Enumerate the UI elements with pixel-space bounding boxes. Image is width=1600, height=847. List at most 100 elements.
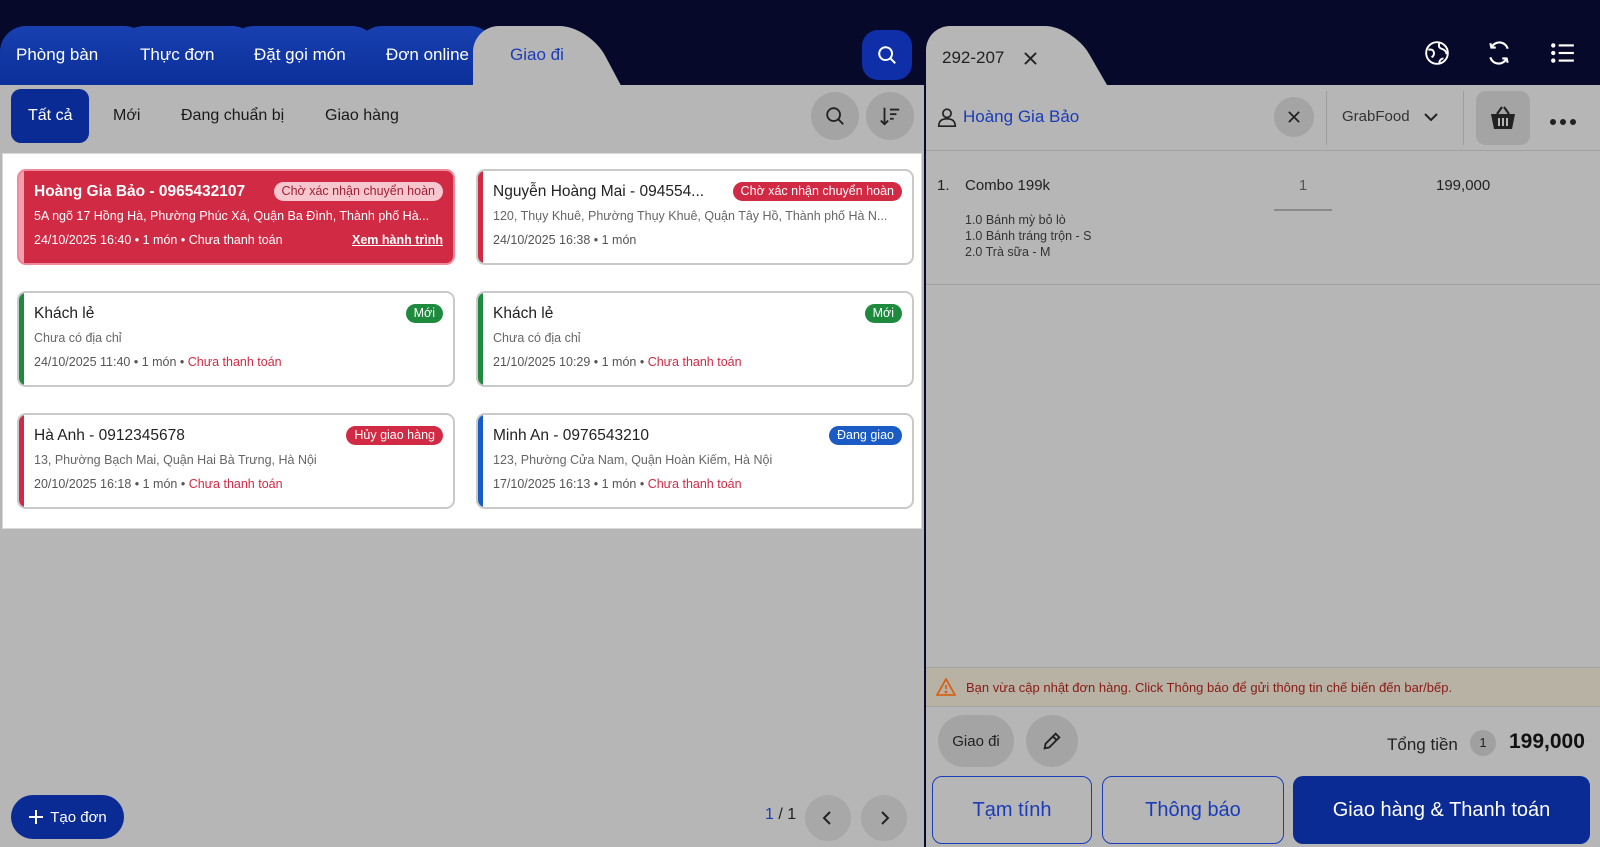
item-component: 2.0 Trà sữa - M <box>965 245 1051 259</box>
prev-page-button[interactable] <box>805 795 851 841</box>
filter-delivering[interactable]: Giao hàng <box>308 89 416 143</box>
deliver-and-pay-button[interactable]: Giao hàng & Thanh toán <box>1293 776 1590 844</box>
tab-label: Đơn online <box>386 45 469 64</box>
refresh-button[interactable] <box>1484 38 1514 68</box>
status-badge: Chờ xác nhận chuyển hoàn <box>732 182 902 201</box>
notice-text: Bạn vừa cập nhật đơn hàng. Click Thông b… <box>966 679 1453 695</box>
tab-label: Phòng bàn <box>16 45 99 64</box>
order-meta: 24/10/2025 16:40 • 1 món • Chưa thanh to… <box>34 233 283 247</box>
filter-preparing[interactable]: Đang chuẩn bị <box>164 89 301 143</box>
filter-all[interactable]: Tất cả <box>11 89 90 143</box>
close-icon <box>1288 111 1300 123</box>
delivery-type-button[interactable]: Giao đi <box>938 715 1014 767</box>
globe-button[interactable] <box>1422 38 1452 68</box>
order-card[interactable]: Khách lẻ Mới Chưa có địa chỉ 24/10/2025 … <box>17 291 455 387</box>
meta-text: 24/10/2025 16:38 • 1 món <box>493 233 637 247</box>
plus-icon <box>29 810 44 824</box>
clear-customer-button[interactable] <box>1274 97 1314 137</box>
customer-name: Nguyễn Hoàng Mai - 094554... <box>493 183 705 200</box>
warning-icon <box>936 678 956 696</box>
meta-text: 17/10/2025 16:13 • 1 món • <box>493 477 648 491</box>
page-indicator: 1 / 1 <box>765 806 796 824</box>
page-separator: / <box>773 806 788 823</box>
pencil-icon <box>1043 732 1061 750</box>
order-meta: 20/10/2025 16:18 • 1 món • Chưa thanh to… <box>34 477 283 491</box>
item-component: 1.0 Bánh tráng trộn - S <box>965 229 1092 243</box>
meta-text: 21/10/2025 10:29 • 1 món • <box>493 355 648 369</box>
filter-tabs: Tất cả Mới Đang chuẩn bị Giao hàng <box>0 85 924 153</box>
basket-button[interactable] <box>1476 91 1530 145</box>
order-search-button[interactable] <box>811 92 859 140</box>
chevron-left-icon <box>822 811 831 825</box>
sort-button[interactable] <box>866 92 914 140</box>
order-source-select[interactable]: GrabFood <box>1342 108 1438 125</box>
item-number: 1. <box>937 177 950 194</box>
chevron-right-icon <box>881 811 890 825</box>
item-quantity[interactable]: 1 <box>1274 177 1332 194</box>
meta-text: 20/10/2025 16:18 • 1 món • <box>34 477 189 491</box>
create-order-label: Tạo đơn <box>50 808 107 826</box>
temp-bill-button[interactable]: Tạm tính <box>932 776 1092 844</box>
item-name: Combo 199k <box>965 177 1051 194</box>
list-icon <box>1551 43 1574 63</box>
order-meta: 24/10/2025 16:38 • 1 món <box>493 233 636 247</box>
notify-kitchen-button[interactable]: Thông báo <box>1102 776 1284 844</box>
customer-name: Khách lẻ <box>34 305 95 322</box>
address: 5A ngõ 17 Hồng Hà, Phường Phúc Xá, Quận … <box>34 209 430 223</box>
order-card[interactable]: Hoàng Gia Bảo - 0965432107 Chờ xác nhận … <box>17 169 455 265</box>
orders-panel: Phòng bàn Thực đơn Đặt gọi món Đơn onlin… <box>0 0 924 847</box>
order-meta: 24/10/2025 11:40 • 1 món • Chưa thanh to… <box>34 355 282 369</box>
order-list: Hoàng Gia Bảo - 0965432107 Chờ xác nhận … <box>2 153 922 529</box>
total-label: Tổng tiền <box>1387 735 1458 754</box>
divider <box>1326 91 1327 145</box>
global-search-button[interactable] <box>862 30 912 80</box>
order-card[interactable]: Minh An - 0976543210 Đang giao 123, Phườ… <box>476 413 914 509</box>
globe-icon <box>1425 41 1449 65</box>
order-card[interactable]: Hà Anh - 0912345678 Hủy giao hàng 13, Ph… <box>17 413 455 509</box>
status-badge: Chờ xác nhận chuyển hoàn <box>273 182 443 201</box>
tab-giao-di[interactable]: Giao đi <box>473 26 583 85</box>
customer-name: Hà Anh - 0912345678 <box>34 427 185 444</box>
meta-text: 24/10/2025 16:40 • 1 món • <box>34 233 189 247</box>
filter-new[interactable]: Mới <box>96 89 157 143</box>
more-options-button[interactable] <box>1549 113 1577 131</box>
order-item-row[interactable]: 1. Combo 199k 1 199,000 1.0 Bánh mỳ bỏ l… <box>926 151 1600 285</box>
card-accent <box>478 415 483 507</box>
tab-label: Giao đi <box>510 45 564 64</box>
view-journey-link[interactable]: Xem hành trình <box>352 233 443 247</box>
order-tab[interactable]: 292-207 <box>926 26 1066 85</box>
order-card[interactable]: Nguyễn Hoàng Mai - 094554... Chờ xác nhậ… <box>476 169 914 265</box>
order-meta: 21/10/2025 10:29 • 1 món • Chưa thanh to… <box>493 355 742 369</box>
quantity-underline <box>1274 209 1332 211</box>
close-icon[interactable] <box>1024 52 1037 65</box>
order-tab-label: 292-207 <box>942 48 1005 67</box>
search-icon <box>826 107 844 125</box>
customer-name: Khách lẻ <box>493 305 554 322</box>
customer-name: Minh An - 0976543210 <box>493 427 649 444</box>
create-order-button[interactable]: Tạo đơn <box>11 795 124 839</box>
menu-button[interactable] <box>1548 38 1578 68</box>
next-page-button[interactable] <box>861 795 907 841</box>
status-badge: Mới <box>864 304 902 323</box>
status-badge: Mới <box>405 304 443 323</box>
customer-row: Hoàng Gia Bảo GrabFood <box>926 85 1600 151</box>
payment-status: Chưa thanh toán <box>188 233 283 247</box>
card-accent <box>19 415 24 507</box>
address: Chưa có địa chỉ <box>493 331 581 345</box>
order-card[interactable]: Khách lẻ Mới Chưa có địa chỉ 21/10/2025 … <box>476 291 914 387</box>
address: 13, Phường Bạch Mai, Quận Hai Bà Trưng, … <box>34 453 317 467</box>
item-component: 1.0 Bánh mỳ bỏ lò <box>965 213 1066 227</box>
status-badge: Hủy giao hàng <box>346 426 443 445</box>
payment-status: Chưa thanh toán <box>647 355 742 369</box>
status-badge: Đang giao <box>829 426 902 445</box>
edit-button[interactable] <box>1026 715 1078 767</box>
current-page: 1 <box>765 806 774 823</box>
more-icon <box>1550 119 1576 125</box>
customer-name-link[interactable]: Hoàng Gia Bảo <box>963 107 1079 127</box>
address: 123, Phường Cửa Nam, Quận Hoàn Kiếm, Hà … <box>493 453 773 467</box>
refresh-icon <box>1489 41 1509 65</box>
sort-icon <box>880 107 900 126</box>
update-notice: Bạn vừa cập nhật đơn hàng. Click Thông b… <box>926 667 1600 707</box>
payment-status: Chưa thanh toán <box>647 477 742 491</box>
chevron-down-icon <box>1424 113 1438 122</box>
